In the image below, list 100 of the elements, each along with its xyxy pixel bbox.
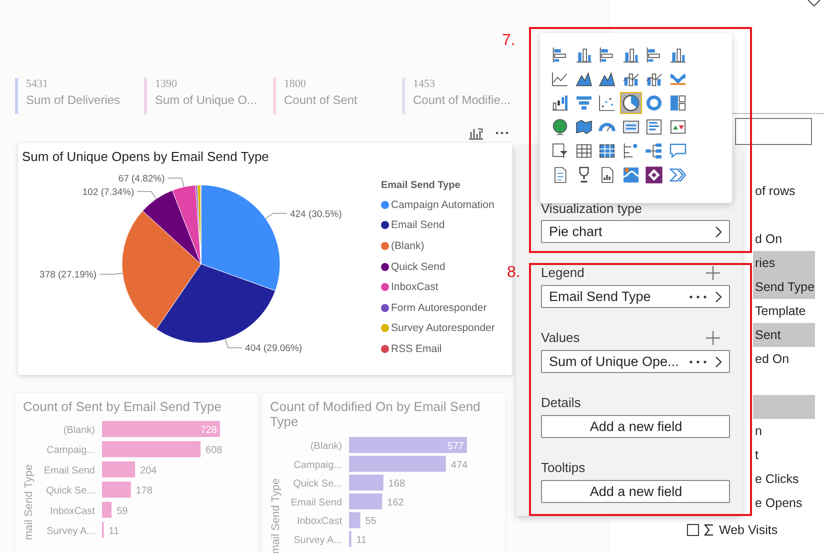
field-list-item[interactable]: t xyxy=(753,443,815,467)
leader-line xyxy=(167,178,184,188)
section-label: Visualization type xyxy=(541,201,643,216)
data-label: 55 xyxy=(365,516,376,528)
field-list-item[interactable]: e Opens xyxy=(753,491,815,515)
kpi-value: 1453 xyxy=(413,78,436,90)
field-list-item[interactable] xyxy=(753,395,815,419)
kpi-label: Count of Modifie... xyxy=(413,93,512,107)
field-list-item[interactable]: Template xyxy=(753,299,815,323)
data-label: 168 xyxy=(388,478,406,490)
bar xyxy=(349,531,352,547)
visual-type-button[interactable] xyxy=(620,92,642,114)
add-field-button[interactable]: Add a new field xyxy=(541,415,730,438)
category-label: Email Send xyxy=(44,465,95,476)
scatter-chart-icon xyxy=(597,93,617,113)
bar xyxy=(102,502,112,518)
speech-bubble-icon xyxy=(668,141,688,161)
annotation-label: 8. xyxy=(507,264,520,282)
bar xyxy=(349,474,384,491)
legend-label: Email Send xyxy=(391,219,445,232)
data-label: 11 xyxy=(108,526,120,537)
section-label: Legend xyxy=(541,265,584,280)
legend-label: (Blank) xyxy=(391,240,424,252)
legend-label: Survey Autoresponder xyxy=(391,322,495,334)
category-label: Email Send xyxy=(290,497,342,508)
field-list-item[interactable]: Sent xyxy=(753,323,815,347)
data-label: 102 (7.34%) xyxy=(82,187,134,198)
data-label: 404 (29.06%) xyxy=(245,344,302,355)
visual-type-dropdown[interactable]: Pie chart xyxy=(541,220,730,243)
bar xyxy=(102,482,131,498)
kpi-value: 1800 xyxy=(284,78,307,90)
checkbox-icon[interactable] xyxy=(687,524,699,536)
annotation-label: 7. xyxy=(502,32,516,50)
add-field-button[interactable]: Add a new field xyxy=(541,480,730,503)
category-label: Survey A... xyxy=(294,535,342,546)
category-label: (Blank) xyxy=(310,441,342,452)
category-label: Campaig... xyxy=(46,445,95,456)
category-label: (Blank) xyxy=(63,425,95,436)
category-label: Survey A... xyxy=(46,526,95,537)
field-list-item[interactable]: ed On xyxy=(753,347,815,371)
filter-icon xyxy=(550,141,570,161)
chart-title: Count of Modified On by Email Send Type xyxy=(269,398,482,429)
bar xyxy=(349,512,360,528)
leader-line xyxy=(99,273,123,276)
field-well[interactable]: Email Send Type xyxy=(541,285,730,308)
field-list-item[interactable]: Web Visits xyxy=(683,518,815,542)
kpi-label: Count of Sent xyxy=(284,93,358,107)
more-options-icon[interactable] xyxy=(689,294,707,298)
bar xyxy=(102,461,136,478)
data-label: 577 xyxy=(447,441,464,452)
plus-icon[interactable] xyxy=(706,266,720,280)
kpi-label: Sum of Deliveries xyxy=(26,93,122,107)
plus-icon[interactable] xyxy=(706,330,720,344)
area-chart-icon xyxy=(574,69,594,89)
data-label: 178 xyxy=(136,486,153,497)
section-label: Tooltips xyxy=(541,460,586,475)
kpi-label: Sum of Unique O... xyxy=(155,93,258,107)
axis-title: mail Send Type xyxy=(270,478,282,553)
chevron-right-icon xyxy=(715,226,723,238)
bar xyxy=(349,493,382,510)
field-list-item[interactable]: of rows xyxy=(753,179,815,203)
data-label: 608 xyxy=(206,445,222,456)
category-label: Quick Se... xyxy=(293,478,342,490)
field-list-item[interactable]: Send Type xyxy=(753,275,815,299)
data-label: 728 xyxy=(200,425,217,436)
data-label: 424 (30.5%) xyxy=(290,209,342,220)
map-icon xyxy=(574,117,594,137)
sigma-icon xyxy=(704,524,714,536)
map-tile-icon xyxy=(620,165,640,185)
data-label: 378 (27.19%) xyxy=(40,270,97,282)
donut-chart-icon xyxy=(644,93,664,113)
field-list-item[interactable]: ries xyxy=(753,251,815,275)
area-chart-icon xyxy=(597,69,617,89)
treemap-icon xyxy=(668,93,688,113)
field-list-item[interactable]: e Clicks xyxy=(753,467,815,491)
globe-icon xyxy=(550,117,570,137)
kpi-value: 1390 xyxy=(155,78,178,90)
category-label: InboxCast xyxy=(296,516,342,528)
focus-mode-icon[interactable] xyxy=(468,126,484,140)
legend-title: Email Send Type xyxy=(381,180,460,192)
category-label: Quick Se... xyxy=(46,486,95,497)
chevron-right-icon xyxy=(715,356,723,368)
field-list-item[interactable]: d On xyxy=(753,227,815,251)
field-well[interactable]: Sum of Unique Ope... xyxy=(541,350,730,373)
more-options-icon[interactable] xyxy=(689,360,707,364)
hierarchy-icon xyxy=(644,141,664,161)
legend-label: Quick Send xyxy=(391,260,446,273)
chart-title: Sum of Unique Opens by Email Send Type xyxy=(21,148,270,164)
search-field[interactable] xyxy=(735,118,812,145)
legend-label: Form Autoresponder xyxy=(391,302,487,314)
text-lines-icon xyxy=(644,117,664,137)
leader-line xyxy=(265,213,288,220)
axis-title: mail Send Type xyxy=(23,464,35,540)
kpi-value: 5431 xyxy=(26,78,49,90)
visual-type-button[interactable] xyxy=(643,164,665,186)
field-list-item[interactable]: n xyxy=(753,419,815,443)
category-label: Campaig... xyxy=(294,460,342,471)
section-label: Details xyxy=(541,395,581,410)
data-label: 474 xyxy=(450,460,468,471)
chart-title: Count of Sent by Email Send Type xyxy=(22,398,222,414)
